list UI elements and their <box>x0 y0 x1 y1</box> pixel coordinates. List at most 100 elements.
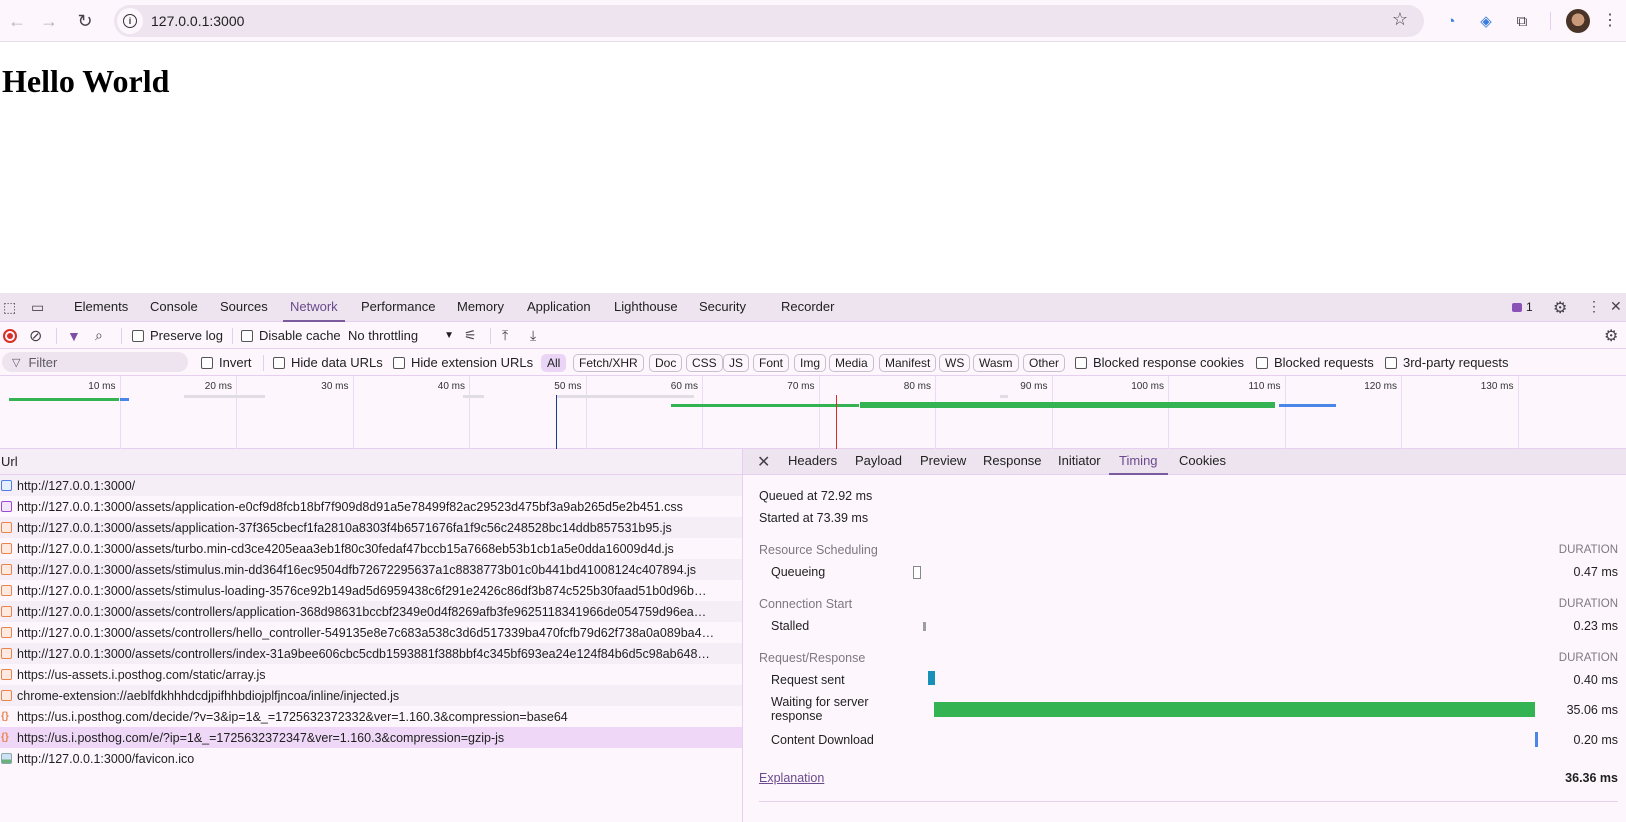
profile-avatar[interactable] <box>1566 9 1590 33</box>
filter-input[interactable]: ▽ Filter <box>2 352 188 372</box>
request-row[interactable]: http://127.0.0.1:3000/assets/stimulus.mi… <box>0 559 742 580</box>
type-chip-manifest[interactable]: Manifest <box>879 354 937 372</box>
type-chip-doc[interactable]: Doc <box>649 354 683 372</box>
preserve-log-checkbox[interactable]: Preserve log <box>132 326 223 345</box>
request-row[interactable]: chrome-extension://aeblfdkhhhdcdjpifhhbd… <box>0 685 742 706</box>
tab-security[interactable]: Security <box>699 293 746 322</box>
inspect-element-icon[interactable]: ⬚ <box>3 299 16 316</box>
blocked-response-cookies-checkbox[interactable]: Blocked response cookies <box>1075 353 1244 372</box>
detail-tab-initiator[interactable]: Initiator <box>1058 449 1101 475</box>
disable-cache-checkbox[interactable]: Disable cache <box>241 326 341 345</box>
back-icon[interactable]: ← <box>0 4 34 38</box>
close-devtools-icon[interactable]: ✕ <box>1610 298 1622 315</box>
separator <box>263 355 264 371</box>
checkbox[interactable] <box>241 329 253 342</box>
tab-sources[interactable]: Sources <box>220 293 268 322</box>
type-chip-wasm[interactable]: Wasm <box>973 354 1019 372</box>
network-conditions-icon[interactable]: ⚟ <box>464 326 477 345</box>
tab-elements[interactable]: Elements <box>74 293 128 322</box>
url-column-header[interactable]: Url <box>0 449 742 475</box>
type-chip-img[interactable]: Img <box>794 354 827 372</box>
checkbox[interactable] <box>1256 356 1268 369</box>
forward-icon[interactable]: → <box>32 4 66 38</box>
tab-memory[interactable]: Memory <box>457 293 504 322</box>
device-toolbar-icon[interactable]: ▭ <box>31 299 44 316</box>
tab-application[interactable]: Application <box>527 293 591 322</box>
content-download-bar <box>1535 732 1538 747</box>
request-row[interactable]: http://127.0.0.1:3000/assets/stimulus-lo… <box>0 580 742 601</box>
detail-tab-response[interactable]: Response <box>983 449 1042 475</box>
duration-header: DURATION <box>1558 652 1618 664</box>
type-chip-other[interactable]: Other <box>1023 354 1066 372</box>
request-row[interactable]: {} https://us.i.posthog.com/e/?ip=1&_=172… <box>0 727 742 748</box>
export-har-icon[interactable]: ⤓ <box>530 326 536 345</box>
request-row[interactable]: http://127.0.0.1:3000/assets/controllers… <box>0 601 742 622</box>
clear-icon[interactable]: ⊘ <box>29 326 42 345</box>
resource-img-icon <box>1 753 12 764</box>
type-chip-media[interactable]: Media <box>829 354 874 372</box>
request-row[interactable]: http://127.0.0.1:3000/assets/controllers… <box>0 622 742 643</box>
record-button[interactable] <box>3 326 17 345</box>
invert-checkbox[interactable]: Invert <box>201 353 252 372</box>
tab-recorder[interactable]: Recorder <box>781 293 834 322</box>
checkbox[interactable] <box>393 356 405 369</box>
explanation-link[interactable]: Explanation <box>759 771 824 785</box>
request-row[interactable]: http://127.0.0.1:3000/assets/application… <box>0 496 742 517</box>
detail-tab-preview[interactable]: Preview <box>920 449 966 475</box>
issues-counter[interactable]: 1 <box>1512 300 1533 314</box>
type-chip-js[interactable]: JS <box>723 354 750 372</box>
third-party-requests-label: 3rd-party requests <box>1403 355 1509 370</box>
detail-tab-headers[interactable]: Headers <box>788 449 837 475</box>
filter-funnel-icon[interactable]: ▼ <box>67 326 81 345</box>
extensions-puzzle-icon[interactable]: ⧉ <box>1510 9 1534 33</box>
type-chip-ws[interactable]: WS <box>939 354 971 372</box>
disable-cache-label: Disable cache <box>259 328 341 343</box>
grid-line <box>1168 376 1169 449</box>
request-row[interactable]: http://127.0.0.1:3000/assets/controllers… <box>0 643 742 664</box>
detail-tab-cookies[interactable]: Cookies <box>1179 449 1226 475</box>
tick-label: 100 ms <box>1131 381 1164 392</box>
close-detail-icon[interactable]: ✕ <box>757 452 770 472</box>
request-row[interactable]: http://127.0.0.1:3000/assets/application… <box>0 517 742 538</box>
address-url[interactable]: 127.0.0.1:3000 <box>151 13 244 29</box>
request-row[interactable]: https://us-assets.i.posthog.com/static/a… <box>0 664 742 685</box>
checkbox[interactable] <box>201 356 213 369</box>
third-party-requests-checkbox[interactable]: 3rd-party requests <box>1385 353 1509 372</box>
reload-icon[interactable]: ↻ <box>68 4 102 38</box>
extension-1password-icon[interactable]: ◔ <box>1439 9 1463 33</box>
request-row[interactable]: http://127.0.0.1:3000/ <box>0 475 742 496</box>
search-icon[interactable]: ⌕ <box>95 326 103 345</box>
type-chip-fetch-xhr[interactable]: Fetch/XHR <box>573 354 644 372</box>
hide-extension-urls-checkbox[interactable]: Hide extension URLs <box>393 353 533 372</box>
checkbox[interactable] <box>132 329 144 342</box>
request-row[interactable]: http://127.0.0.1:3000/favicon.ico <box>0 748 742 769</box>
tab-console[interactable]: Console <box>150 293 198 322</box>
type-chip-css[interactable]: CSS <box>686 354 723 372</box>
detail-tab-payload[interactable]: Payload <box>855 449 902 475</box>
bookmark-star-icon[interactable]: ☆ <box>1392 9 1408 30</box>
issues-icon <box>1512 303 1522 312</box>
hide-data-urls-checkbox[interactable]: Hide data URLs <box>273 353 383 372</box>
type-chip-all[interactable]: All <box>541 354 567 372</box>
settings-gear-icon[interactable]: ⚙ <box>1553 298 1567 318</box>
tab-network[interactable]: Network <box>283 293 345 322</box>
throttling-select[interactable]: No throttling ▼ <box>348 326 454 345</box>
network-overview-timeline[interactable]: 10 ms 20 ms 30 ms 40 ms 50 ms 60 ms 70 ms 80 ms… <box>0 376 1626 449</box>
tab-lighthouse[interactable]: Lighthouse <box>614 293 678 322</box>
extension-tag-icon[interactable]: ◈ <box>1474 9 1498 33</box>
request-row[interactable]: http://127.0.0.1:3000/assets/turbo.min-c… <box>0 538 742 559</box>
type-chip-font[interactable]: Font <box>753 354 790 372</box>
checkbox[interactable] <box>273 356 285 369</box>
address-bar[interactable]: i 127.0.0.1:3000 ☆ <box>114 5 1424 37</box>
blocked-requests-checkbox[interactable]: Blocked requests <box>1256 353 1374 372</box>
site-info-icon[interactable]: i <box>117 8 143 34</box>
devtools-menu-icon[interactable]: ⋮ <box>1587 298 1601 315</box>
tab-performance[interactable]: Performance <box>361 293 435 322</box>
request-row[interactable]: {} https://us.i.posthog.com/decide/?v=3&i… <box>0 706 742 727</box>
network-settings-icon[interactable]: ⚙ <box>1604 326 1618 345</box>
menu-kebab-icon[interactable]: ⋮ <box>1602 10 1618 30</box>
detail-tab-timing[interactable]: Timing <box>1109 449 1168 475</box>
import-har-icon[interactable]: ⤒ <box>502 326 508 345</box>
checkbox[interactable] <box>1385 356 1397 369</box>
checkbox[interactable] <box>1075 356 1087 369</box>
